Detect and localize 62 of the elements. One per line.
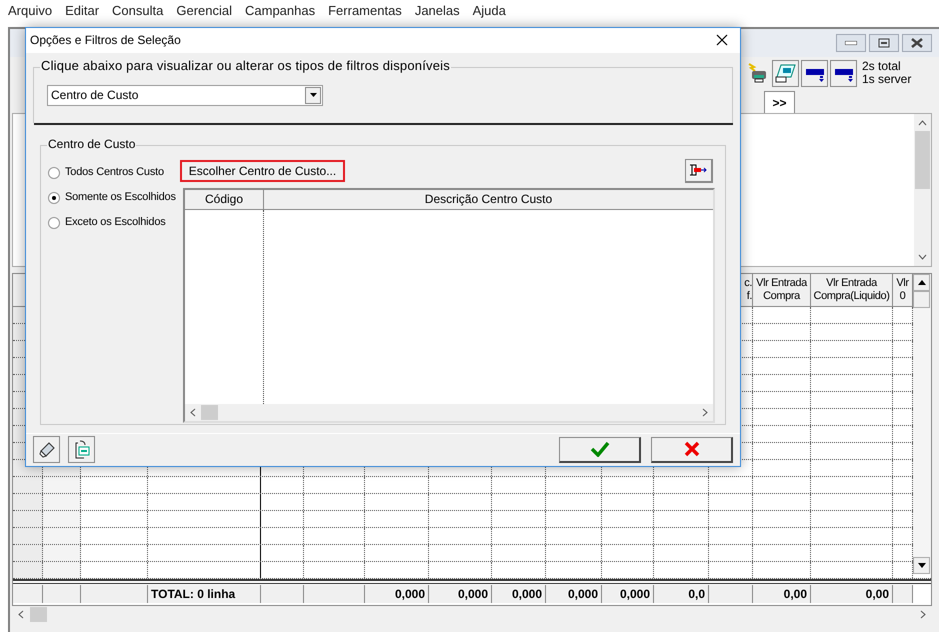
scrollbar-thumb[interactable]	[201, 404, 218, 420]
radio-button[interactable]	[48, 216, 60, 228]
timing-text: 1s server	[862, 73, 912, 86]
close-icon	[910, 38, 924, 48]
menu-item[interactable]: Arquivo	[2, 1, 58, 21]
maximize-button[interactable]	[869, 34, 899, 52]
horizontal-scrollbar[interactable]	[185, 404, 713, 420]
menu-item[interactable]: Editar	[59, 1, 106, 21]
total-value: 0,0	[688, 586, 705, 603]
more-button[interactable]: >>	[764, 91, 795, 113]
total-value: 0,000	[568, 586, 598, 603]
timing-text: 2s total	[862, 60, 902, 73]
total-value: 0,000	[394, 586, 425, 603]
scroll-down-button[interactable]	[913, 557, 930, 574]
form-icon[interactable]	[772, 60, 799, 86]
down-triangle-icon	[918, 563, 926, 568]
column-header[interactable]: Vlr Entrada Compra	[753, 274, 811, 306]
dropdown-arrow-icon[interactable]	[310, 93, 316, 98]
sql-icon[interactable]	[830, 60, 857, 86]
radio-label[interactable]: Todos Centros Custo	[65, 164, 164, 181]
group-label: Clique abaixo para visualizar ou alterar os tipos de filtros disponíveis	[40, 58, 451, 73]
choose-cost-center-button[interactable]: Escolher Centro de Custo...	[180, 160, 345, 182]
group-label: Centro de Custo	[47, 138, 136, 150]
column-header[interactable]: Vlr Entrada Compra(Liquido)	[811, 274, 893, 306]
menu-item[interactable]: Ferramentas	[322, 1, 408, 21]
up-triangle-icon	[918, 280, 926, 285]
menu-item[interactable]: Consulta	[106, 1, 170, 21]
minimize-button[interactable]	[836, 34, 866, 52]
total-label: TOTAL: 0 linha	[151, 586, 236, 603]
eraser-icon[interactable]	[33, 436, 60, 464]
radio-button[interactable]	[48, 166, 60, 178]
menu-item[interactable]: Gerencial	[170, 1, 238, 21]
dialog-title: Opções e Filtros de Seleção	[30, 32, 182, 50]
total-value: 0,00	[866, 586, 889, 603]
minimize-icon	[845, 41, 857, 45]
total-value: 0,00	[784, 586, 807, 603]
cross-icon	[684, 441, 700, 458]
column-header[interactable]: Descrição Centro Custo	[264, 190, 713, 208]
exit-icon[interactable]	[685, 158, 713, 182]
vertical-scrollbar[interactable]	[914, 114, 931, 266]
close-button[interactable]	[902, 34, 932, 52]
scroll-up-button[interactable]	[913, 274, 930, 291]
sql-icon[interactable]	[801, 60, 828, 86]
radio-button[interactable]	[48, 192, 60, 204]
ok-button[interactable]	[559, 436, 641, 463]
cancel-button[interactable]	[651, 436, 733, 463]
maximize-icon	[878, 38, 890, 48]
menu-item[interactable]: Ajuda	[466, 1, 512, 21]
total-value: 0,000	[458, 586, 488, 603]
total-value: 0,000	[620, 586, 650, 603]
scrollbar-thumb[interactable]	[913, 291, 930, 308]
radio-label[interactable]: Somente os Escolhidos	[65, 189, 176, 206]
filter-type-select[interactable]: Centro de Custo	[47, 84, 323, 106]
copy-icon[interactable]	[68, 436, 95, 464]
radio-label[interactable]: Exceto os Escolhidos	[65, 214, 166, 231]
scrollbar-thumb[interactable]	[915, 131, 930, 189]
checkmark-icon	[590, 441, 610, 458]
menu-item[interactable]: Janelas	[408, 1, 466, 21]
column-header[interactable]: Código	[185, 190, 264, 208]
total-value: 0,000	[512, 586, 542, 603]
scrollbar-thumb[interactable]	[30, 607, 47, 622]
menu-item[interactable]: Campanhas	[239, 1, 322, 21]
